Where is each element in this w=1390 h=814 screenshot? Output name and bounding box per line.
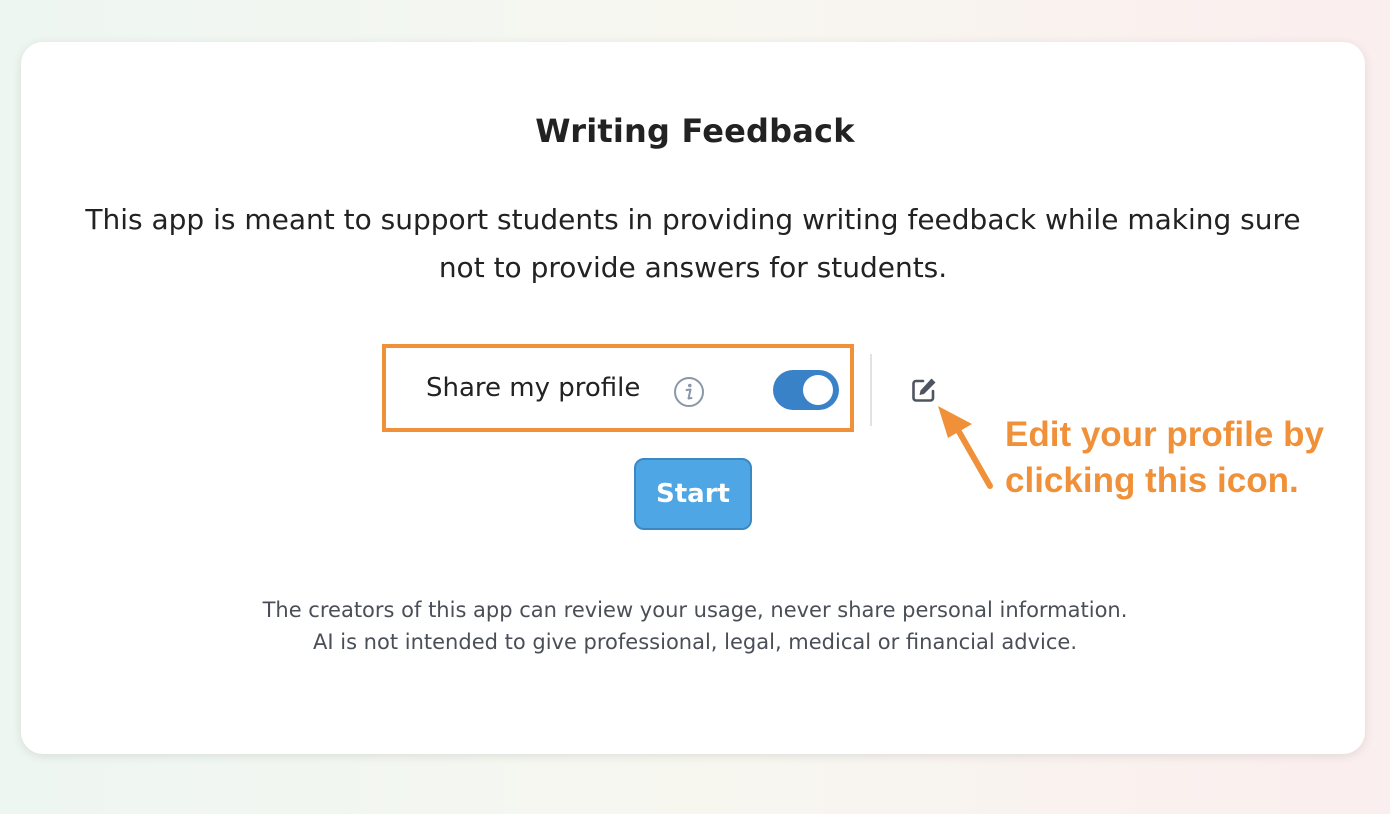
info-icon[interactable]: [673, 376, 705, 408]
app-description: This app is meant to support students in…: [85, 203, 1301, 284]
footer-disclaimer: The creators of this app can review your…: [0, 594, 1390, 658]
page-title: Writing Feedback: [535, 112, 855, 150]
start-button[interactable]: Start: [634, 458, 752, 530]
annotation-arrow: [938, 406, 993, 489]
footer-line-1: The creators of this app can review your…: [262, 598, 1128, 622]
share-profile-toggle[interactable]: [773, 370, 839, 410]
annotation-text: Edit your profile by clicking this icon.: [1005, 415, 1324, 500]
divider: [870, 354, 872, 426]
share-profile-label: Share my profile: [426, 373, 641, 403]
footer-line-2: AI is not intended to give professional,…: [313, 630, 1077, 654]
toggle-knob: [803, 375, 833, 405]
